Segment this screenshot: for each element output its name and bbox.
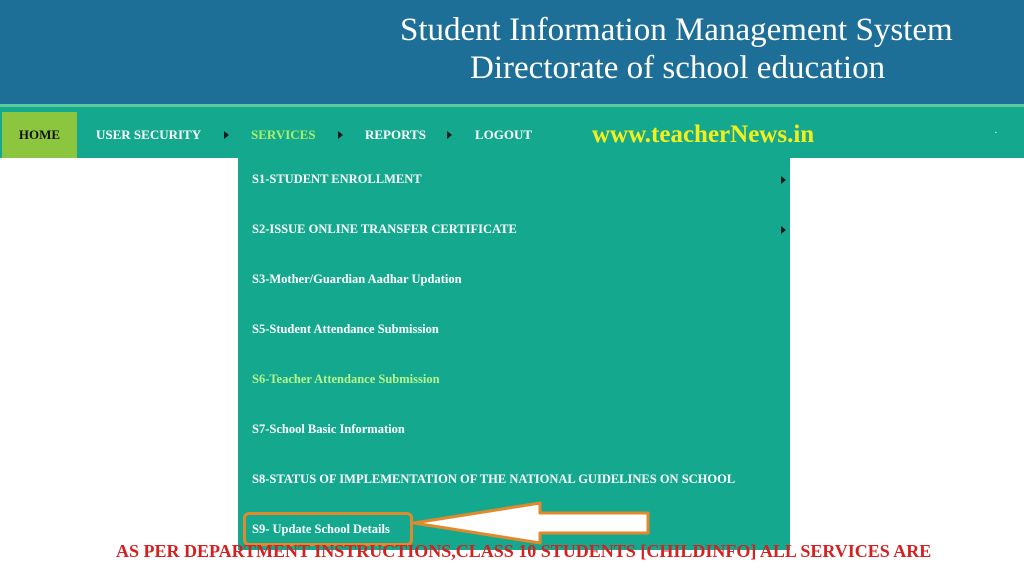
nav-dot: ·: [994, 127, 998, 139]
department-notice: AS PER DEPARTMENT INSTRUCTIONS,CLASS 10 …: [116, 541, 932, 561]
nav-home-label: HOME: [18, 127, 61, 142]
main-navbar: HOME USER SECURITY SERVICES REPORTS LOGO…: [0, 104, 1024, 158]
chevron-right-icon: [224, 131, 229, 139]
nav-services[interactable]: SERVICES: [251, 127, 316, 143]
chevron-right-icon: [781, 226, 786, 234]
services-dropdown-menu: S1-STUDENT ENROLLMENT S2-ISSUE ONLINE TR…: [238, 158, 790, 550]
chevron-right-icon: [338, 131, 343, 139]
directorate-title: Directorate of school education: [470, 50, 886, 86]
menu-item-s1[interactable]: S1-STUDENT ENROLLMENT: [252, 172, 422, 187]
page-header: Student Information Management System Di…: [0, 0, 1024, 104]
menu-item-s9[interactable]: S9- Update School Details: [252, 522, 390, 537]
nav-home[interactable]: HOME: [2, 112, 77, 158]
nav-user-security[interactable]: USER SECURITY: [96, 127, 201, 143]
nav-reports[interactable]: REPORTS: [365, 127, 426, 143]
chevron-right-icon: [447, 131, 452, 139]
menu-item-s2[interactable]: S2-ISSUE ONLINE TRANSFER CERTIFICATE: [252, 222, 517, 237]
menu-item-s7[interactable]: S7-School Basic Information: [252, 422, 405, 437]
menu-item-s8[interactable]: S8-STATUS OF IMPLEMENTATION OF THE NATIO…: [252, 472, 735, 487]
menu-item-s5[interactable]: S5-Student Attendance Submission: [252, 322, 439, 337]
system-title: Student Information Management System: [400, 12, 953, 48]
nav-logout[interactable]: LOGOUT: [475, 127, 532, 143]
chevron-right-icon: [781, 176, 786, 184]
menu-item-s6[interactable]: S6-Teacher Attendance Submission: [252, 372, 440, 387]
menu-item-s3[interactable]: S3-Mother/Guardian Aadhar Updation: [252, 272, 462, 287]
watermark-text: www.teacherNews.in: [592, 121, 815, 148]
